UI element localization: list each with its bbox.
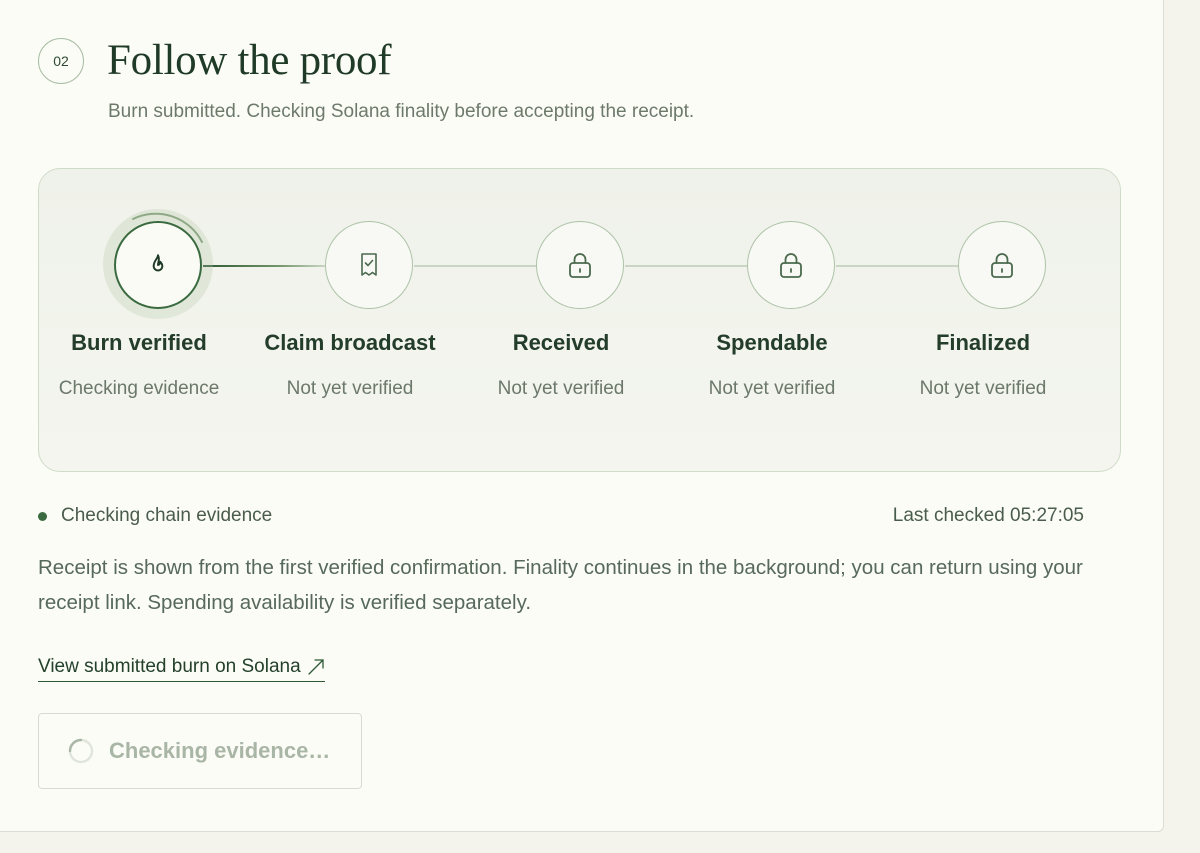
step-label: Burn verified xyxy=(71,330,207,355)
view-burn-on-solana-link[interactable]: View submitted burn on Solana xyxy=(38,656,325,682)
step-circle xyxy=(114,221,202,309)
step-burn-verified: Burn verified Checking evidence xyxy=(39,169,239,469)
checking-evidence-button[interactable]: Checking evidence… xyxy=(38,713,362,789)
flame-icon xyxy=(152,254,164,272)
step-received: Received Not yet verified xyxy=(461,169,661,469)
page-subtitle: Burn submitted. Checking Solana finality… xyxy=(108,101,695,122)
step-spendable: Spendable Not yet verified xyxy=(672,169,872,469)
external-arrow-icon xyxy=(308,659,324,675)
step-circle xyxy=(958,221,1046,309)
step-status: Not yet verified xyxy=(919,378,1047,399)
lock-icon xyxy=(569,253,591,278)
button-label: Checking evidence… xyxy=(109,738,331,763)
step-label: Claim broadcast xyxy=(264,330,436,355)
step-status: Checking evidence xyxy=(58,378,220,399)
step-status: Not yet verified xyxy=(708,378,836,399)
step-status: Not yet verified xyxy=(497,378,625,399)
step-label: Received xyxy=(512,330,610,355)
step-finalized: Finalized Not yet verified xyxy=(883,169,1083,469)
lock-icon xyxy=(991,253,1013,278)
explorer-link-label: View submitted burn on Solana xyxy=(38,656,301,677)
live-status-text: Checking chain evidence xyxy=(61,505,273,526)
step-number: 02 xyxy=(53,53,69,69)
step-status: Not yet verified xyxy=(286,378,414,399)
page-title: Follow the proof xyxy=(107,37,392,84)
step-circle xyxy=(325,221,413,309)
step-number-badge: 02 xyxy=(38,38,84,84)
lock-icon xyxy=(780,253,802,278)
step-label: Finalized xyxy=(935,330,1031,355)
step-claim-broadcast: Claim broadcast Not yet verified xyxy=(250,169,450,469)
explanation-text: Receipt is shown from the first verified… xyxy=(38,556,1083,614)
step-circle xyxy=(747,221,835,309)
step-label: Spendable xyxy=(716,330,828,355)
live-status-dot xyxy=(38,512,47,521)
proof-card: 02 Follow the proof Burn submitted. Chec… xyxy=(0,0,1164,832)
progress-tracker: Burn verified Checking evidence Claim br… xyxy=(38,168,1121,472)
spinner-icon xyxy=(68,738,94,764)
receipt-check-icon xyxy=(361,253,377,276)
last-checked-time: Last checked 05:27:05 xyxy=(892,505,1084,526)
step-circle xyxy=(536,221,624,309)
